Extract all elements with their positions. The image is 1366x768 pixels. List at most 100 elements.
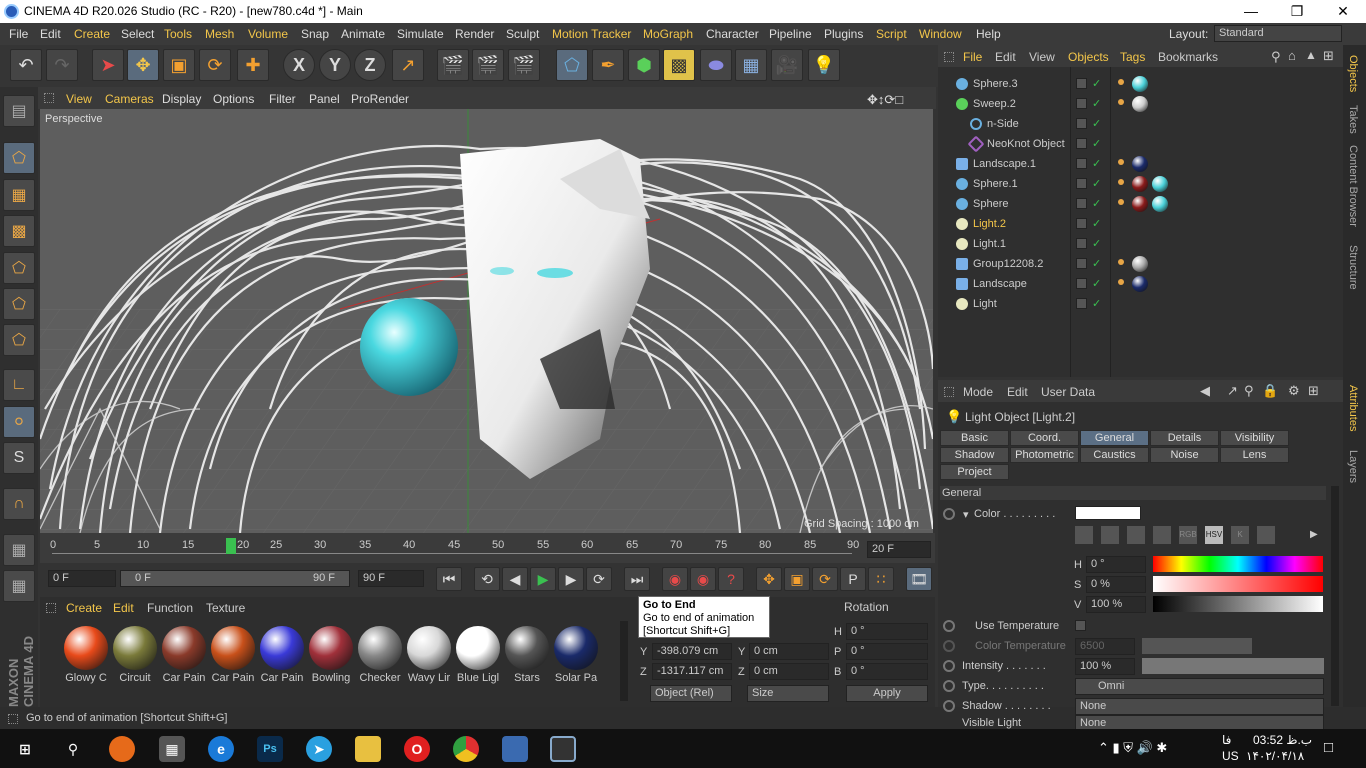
layer-checkbox[interactable] [1076, 238, 1087, 249]
play-button[interactable]: ▶ [530, 567, 556, 591]
kelvin-mode-button[interactable]: K [1231, 526, 1249, 544]
enabled-check-icon[interactable]: ✓ [1092, 97, 1101, 110]
file-explorer-icon[interactable] [355, 736, 381, 762]
next-key-button[interactable]: ⟳ [586, 567, 612, 591]
more-arrow-icon[interactable]: ▶ [1310, 529, 1318, 540]
cloner-button[interactable]: ▩ [663, 49, 695, 81]
animate-radio-icon[interactable] [943, 680, 955, 692]
object-name[interactable]: Sweep.2 [973, 98, 1016, 110]
move-button[interactable]: ✥ [127, 49, 159, 81]
objects-menu-file[interactable]: File [963, 50, 982, 64]
menu-window[interactable]: Window [919, 27, 962, 41]
menu-file[interactable]: File [9, 27, 28, 41]
animate-radio-icon[interactable] [943, 640, 955, 652]
object-name[interactable]: Sphere.3 [973, 78, 1018, 90]
calculator-icon[interactable]: ▦ [159, 736, 185, 762]
object-row[interactable]: Light.1 ✓ [938, 234, 1343, 254]
side-tab-layers[interactable]: Layers [1347, 450, 1359, 483]
object-name[interactable]: Sphere.1 [973, 178, 1018, 190]
tweak-mode-button[interactable]: ⚪ [3, 406, 35, 438]
material-tag-icon[interactable] [1152, 176, 1168, 192]
material-swatch[interactable]: Stars [503, 624, 551, 684]
objects-menu-tags[interactable]: Tags [1120, 50, 1145, 64]
search-icon[interactable]: ⚲ [60, 736, 86, 762]
tab-lens[interactable]: Lens [1220, 447, 1289, 463]
material-scrollbar[interactable] [620, 621, 628, 701]
object-row[interactable]: Sweep.2 ✓ [938, 94, 1343, 114]
attributes-scrollbar[interactable] [1331, 486, 1339, 706]
menu-character[interactable]: Character [706, 27, 759, 41]
layer-checkbox[interactable] [1076, 118, 1087, 129]
photoshop-icon[interactable]: Ps [257, 736, 283, 762]
phong-tag-icon[interactable] [1118, 199, 1124, 205]
visible-light-select[interactable]: None [1075, 715, 1324, 729]
object-name[interactable]: Group12208.2 [973, 258, 1043, 270]
material-tag-icon[interactable] [1132, 256, 1148, 272]
range-slider[interactable]: 0 F 90 F [120, 570, 350, 587]
apply-button[interactable]: Apply [846, 685, 928, 702]
objects-menu-edit[interactable]: Edit [995, 50, 1016, 64]
coordinate-system-button[interactable]: ↗ [392, 49, 424, 81]
polygons-mode-button[interactable]: ⬠ [3, 324, 35, 356]
layer-checkbox[interactable] [1076, 298, 1087, 309]
tab-shadow[interactable]: Shadow [940, 447, 1009, 463]
remote-app-icon[interactable] [502, 736, 528, 762]
tab-visibility[interactable]: Visibility [1220, 430, 1289, 446]
key-position-button[interactable]: ✥ [756, 567, 782, 591]
object-name[interactable]: n-Side [987, 118, 1019, 130]
object-row[interactable]: Light.2 ✓ [938, 214, 1343, 234]
side-tab-content-browser[interactable]: Content Browser [1347, 145, 1359, 227]
viewport-menu-filter[interactable]: Filter [269, 92, 296, 106]
viewport-perspective[interactable]: Perspective Grid Spacing : 1000 cm [40, 109, 933, 533]
recent-tools-button[interactable]: ✚ [237, 49, 269, 81]
material-swatch[interactable]: Car Pain [258, 624, 306, 684]
objects-menu-view[interactable]: View [1029, 50, 1055, 64]
phong-tag-icon[interactable] [1118, 99, 1124, 105]
key-parameter-button[interactable]: P [840, 567, 866, 591]
viewport-menu-prorender[interactable]: ProRender [351, 92, 409, 106]
material-tag-icon[interactable] [1132, 276, 1148, 292]
key-scale-button[interactable]: ▣ [784, 567, 810, 591]
x-axis-button[interactable]: X [283, 49, 315, 81]
z-axis-button[interactable]: Z [354, 49, 386, 81]
material-swatch[interactable]: Checker [356, 624, 404, 684]
edge-icon[interactable]: e [208, 736, 234, 762]
attr-menu-mode[interactable]: Mode [963, 385, 993, 399]
rgb-mode-button[interactable]: RGB [1179, 526, 1197, 544]
menu-script[interactable]: Script [876, 27, 907, 41]
material-menu-create[interactable]: Create [66, 601, 102, 615]
material-tag-icon[interactable] [1132, 96, 1148, 112]
workplane-lock-button[interactable]: ▦ [3, 534, 35, 566]
animate-radio-icon[interactable] [943, 660, 955, 672]
viewport-nav-icons[interactable]: ✥↕⟳□ [867, 92, 903, 108]
light-button[interactable]: 💡 [808, 49, 840, 81]
side-tab-structure[interactable]: Structure [1347, 245, 1359, 290]
hue-field[interactable]: 0 ° [1086, 556, 1146, 573]
cube-button[interactable]: ⬠ [556, 49, 588, 81]
object-row[interactable]: Sphere.1 ✓ [938, 174, 1343, 194]
material-swatch[interactable]: Glowy C [62, 624, 110, 684]
mixer-icon[interactable] [1257, 526, 1275, 544]
enabled-check-icon[interactable]: ✓ [1092, 177, 1101, 190]
subdivision-button[interactable]: ⬢ [628, 49, 660, 81]
layer-checkbox[interactable] [1076, 158, 1087, 169]
layer-checkbox[interactable] [1076, 98, 1087, 109]
enabled-check-icon[interactable]: ✓ [1092, 117, 1101, 130]
material-tag-icon[interactable] [1132, 156, 1148, 172]
layer-checkbox[interactable] [1076, 258, 1087, 269]
viewport-menu-display[interactable]: Display [162, 92, 201, 106]
edit-render-settings-button[interactable]: 🎬 [508, 49, 540, 81]
layer-checkbox[interactable] [1076, 78, 1087, 89]
material-menu-texture[interactable]: Texture [206, 601, 245, 615]
tray-icons[interactable]: ⌃ ▮ ⛨ 🔊 ✱ [1098, 740, 1167, 756]
clock-date[interactable]: ۱۴۰۲/۰۴/۱۸ [1246, 749, 1304, 763]
menu-snap[interactable]: Snap [301, 27, 329, 41]
menu-tools[interactable]: Tools [164, 27, 192, 41]
objects-menu-bookmarks[interactable]: Bookmarks [1158, 50, 1218, 64]
snap-button[interactable]: ∩ [3, 488, 35, 520]
restore-icon[interactable]: ❐ [1274, 0, 1320, 23]
object-row[interactable]: Landscape ✓ [938, 274, 1343, 294]
type-select[interactable]: Omni [1075, 678, 1324, 695]
color-temperature-field[interactable]: 6500 [1075, 638, 1135, 655]
tab-general[interactable]: General [1080, 430, 1149, 446]
